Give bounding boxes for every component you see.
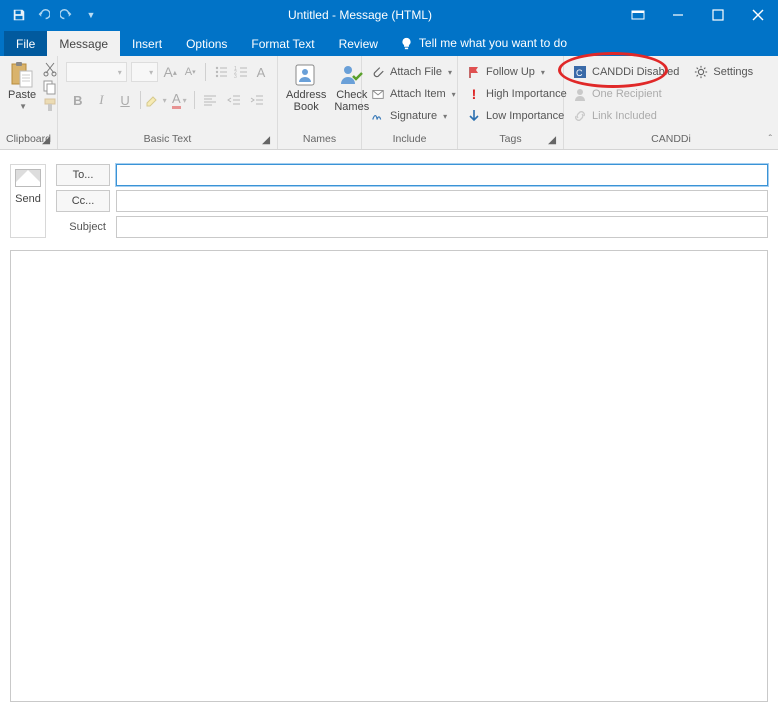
tab-insert[interactable]: Insert xyxy=(120,31,174,56)
compose-header: Send To... Cc... Subject xyxy=(0,150,778,244)
svg-text:C: C xyxy=(576,68,583,78)
low-importance-button[interactable]: Low Importance xyxy=(462,105,568,127)
undo-icon[interactable] xyxy=(32,4,54,26)
group-label-tags: Tags ◢ xyxy=(462,133,559,149)
tell-me-search[interactable]: Tell me what you want to do xyxy=(390,30,577,56)
group-canddi: C CANDDi Disabled One Recipient Link Inc… xyxy=(564,56,778,149)
address-book-label: Address Book xyxy=(286,90,326,113)
one-recipient-button[interactable]: One Recipient xyxy=(568,83,683,105)
underline-button[interactable]: U xyxy=(113,89,137,111)
to-button[interactable]: To... xyxy=(56,164,110,186)
align-left-button[interactable] xyxy=(198,89,222,111)
bullets-button[interactable] xyxy=(213,61,229,83)
collapse-ribbon-icon[interactable]: ˆ xyxy=(769,134,772,145)
link-icon xyxy=(572,108,588,124)
redo-icon[interactable] xyxy=(56,4,78,26)
tab-file[interactable]: File xyxy=(4,31,47,56)
follow-up-button[interactable]: Follow Up▾ xyxy=(462,61,549,83)
decrease-indent-button[interactable] xyxy=(222,89,246,111)
subject-label: Subject xyxy=(56,221,110,233)
italic-button[interactable]: I xyxy=(90,89,114,111)
copy-icon[interactable] xyxy=(42,79,58,95)
group-label-clipboard: Clipboard ◢ xyxy=(4,133,53,149)
paste-label: Paste xyxy=(8,90,36,102)
group-names: Address Book Check Names Names xyxy=(278,56,362,149)
signature-button[interactable]: Signature▾ xyxy=(366,105,451,127)
titlebar: ▼ Untitled - Message (HTML) xyxy=(0,0,778,30)
window-controls xyxy=(618,0,778,30)
attach-item-button[interactable]: Attach Item▾ xyxy=(366,83,460,105)
to-input[interactable] xyxy=(116,164,768,186)
font-color-button[interactable]: A▾ xyxy=(167,89,191,111)
person-icon xyxy=(572,86,588,102)
address-book-icon xyxy=(292,61,320,89)
flag-icon xyxy=(466,64,482,80)
attach-item-icon xyxy=(370,86,386,102)
shrink-font-button[interactable]: A▾ xyxy=(182,61,198,83)
grow-font-button[interactable]: A▴ xyxy=(162,61,178,83)
font-family-input[interactable]: ▾ xyxy=(66,62,127,82)
styles-button[interactable]: A xyxy=(253,61,269,83)
arrow-down-icon xyxy=(466,108,482,124)
group-basic-text: ▾ ▾ A▴ A▾ 123 A B I U ▾ A▾ xyxy=(58,56,278,149)
paperclip-icon xyxy=(370,64,386,80)
envelope-icon xyxy=(15,169,41,187)
send-label: Send xyxy=(15,193,41,205)
ribbon-tabs: File Message Insert Options Format Text … xyxy=(0,30,778,56)
tab-message[interactable]: Message xyxy=(47,31,120,56)
address-book-button[interactable]: Address Book xyxy=(282,59,330,113)
tab-format-text[interactable]: Format Text xyxy=(239,31,326,56)
signature-icon xyxy=(370,108,386,124)
attach-file-button[interactable]: Attach File▾ xyxy=(366,61,456,83)
group-include: Attach File▾ Attach Item▾ Signature▾ Inc… xyxy=(362,56,458,149)
high-importance-button[interactable]: ! High Importance xyxy=(462,83,571,105)
cc-button[interactable]: Cc... xyxy=(56,190,110,212)
settings-button[interactable]: Settings xyxy=(689,61,757,83)
cut-icon[interactable] xyxy=(42,61,58,77)
save-icon[interactable] xyxy=(8,4,30,26)
group-clipboard: Paste ▼ Clipboard ◢ xyxy=(0,56,58,149)
quick-access-toolbar: ▼ xyxy=(0,4,102,26)
bold-button[interactable]: B xyxy=(66,89,90,111)
chevron-down-icon: ▼ xyxy=(19,103,27,111)
canddi-logo-icon: C xyxy=(572,64,588,80)
link-included-button[interactable]: Link Included xyxy=(568,105,683,127)
tab-review[interactable]: Review xyxy=(327,31,390,56)
svg-text:3: 3 xyxy=(234,74,237,79)
group-label-basic-text: Basic Text ◢ xyxy=(62,133,273,149)
close-icon[interactable] xyxy=(738,0,778,30)
ribbon-display-options-icon[interactable] xyxy=(618,0,658,30)
dialog-launcher-icon[interactable]: ◢ xyxy=(261,134,271,144)
paste-button[interactable]: Paste ▼ xyxy=(4,59,40,111)
dialog-launcher-icon[interactable]: ◢ xyxy=(41,134,51,144)
message-body[interactable] xyxy=(10,250,768,702)
minimize-icon[interactable] xyxy=(658,0,698,30)
tell-me-label: Tell me what you want to do xyxy=(419,36,567,50)
group-label-names: Names xyxy=(282,133,357,149)
send-button[interactable]: Send xyxy=(10,164,46,238)
qat-dropdown-icon[interactable]: ▼ xyxy=(80,4,102,26)
tab-options[interactable]: Options xyxy=(174,31,239,56)
highlight-button[interactable]: ▾ xyxy=(144,89,168,111)
numbering-button[interactable]: 123 xyxy=(233,61,249,83)
group-label-canddi: CANDDi xyxy=(568,133,774,149)
increase-indent-button[interactable] xyxy=(245,89,269,111)
window-title: Untitled - Message (HTML) xyxy=(102,8,618,22)
group-label-include: Include xyxy=(366,133,453,149)
exclamation-icon: ! xyxy=(466,86,482,102)
canddi-disabled-button[interactable]: C CANDDi Disabled xyxy=(568,61,683,83)
font-size-input[interactable]: ▾ xyxy=(131,62,158,82)
gear-icon xyxy=(693,64,709,80)
cc-input[interactable] xyxy=(116,190,768,212)
subject-input[interactable] xyxy=(116,216,768,238)
dialog-launcher-icon[interactable]: ◢ xyxy=(547,134,557,144)
lightbulb-icon xyxy=(400,37,413,50)
paste-icon xyxy=(8,61,36,89)
ribbon: Paste ▼ Clipboard ◢ ▾ ▾ A▴ A▾ 123 xyxy=(0,56,778,150)
group-tags: Follow Up▾ ! High Importance Low Importa… xyxy=(458,56,564,149)
maximize-icon[interactable] xyxy=(698,0,738,30)
format-painter-icon[interactable] xyxy=(42,97,58,113)
